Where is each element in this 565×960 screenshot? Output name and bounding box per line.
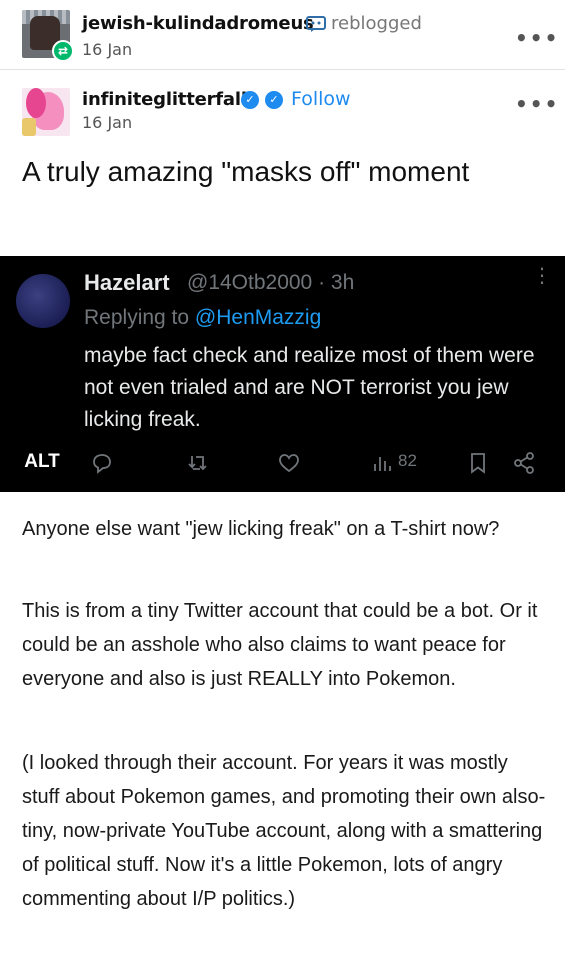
verified-check-icon: ✓ (241, 91, 259, 109)
post-header: infiniteglitterfall ✓ ✓ Follow 16 Jan ••… (0, 80, 565, 150)
reply-icon (93, 454, 111, 474)
reblog-icon (306, 16, 326, 32)
tweet-avatar (16, 274, 70, 328)
retweet-icon (188, 456, 207, 471)
share-icon (514, 452, 534, 474)
post-paragraph: (I looked through their account. For yea… (22, 752, 546, 910)
poster-avatar[interactable] (22, 88, 70, 136)
reblog-date: 16 Jan (82, 40, 133, 59)
post-paragraph: Anyone else want "jew licking freak" on … (22, 518, 500, 540)
poster-username[interactable]: infiniteglitterfall (82, 89, 247, 110)
tweet-body: maybe fact check and realize most of the… (84, 344, 535, 431)
tweet-handle: @14Otb2000 · 3h (187, 271, 355, 294)
replying-mention: @HenMazzig (194, 306, 322, 329)
tweet-more-icon: ⋮ (532, 263, 552, 287)
reblog-header: ⇄ jewish-kulindadromeus reblogged 16 Jan… (0, 0, 565, 70)
post-date: 16 Jan (82, 113, 133, 132)
bookmark-icon (471, 453, 485, 474)
reblogger-username[interactable]: jewish-kulindadromeus (82, 13, 314, 34)
tweet-author-name: Hazelart (84, 270, 170, 295)
verified-check-icon: ✓ (265, 91, 283, 109)
reblogged-label: reblogged (331, 13, 422, 34)
post-title: A truly amazing "masks off" moment (22, 156, 470, 187)
tweet-screenshot-image[interactable]: Hazelart @14Otb2000 · 3h ⋮ Replying to @… (0, 256, 565, 492)
replying-prefix: Replying to (84, 306, 195, 329)
reblog-badge-icon: ⇄ (52, 40, 74, 62)
tweet-replying-to: Replying to @HenMazzig (84, 306, 321, 330)
tweet-views-count: 82 (398, 451, 417, 470)
post-paragraph: This is from a tiny Twitter account that… (22, 600, 538, 690)
follow-button[interactable]: Follow (291, 88, 351, 110)
views-icon (374, 457, 391, 471)
more-horizontal-icon[interactable]: ••• (515, 26, 559, 50)
like-icon (279, 454, 299, 473)
more-horizontal-icon[interactable]: ••• (515, 92, 559, 116)
alt-text-button[interactable]: ALT (14, 446, 70, 478)
